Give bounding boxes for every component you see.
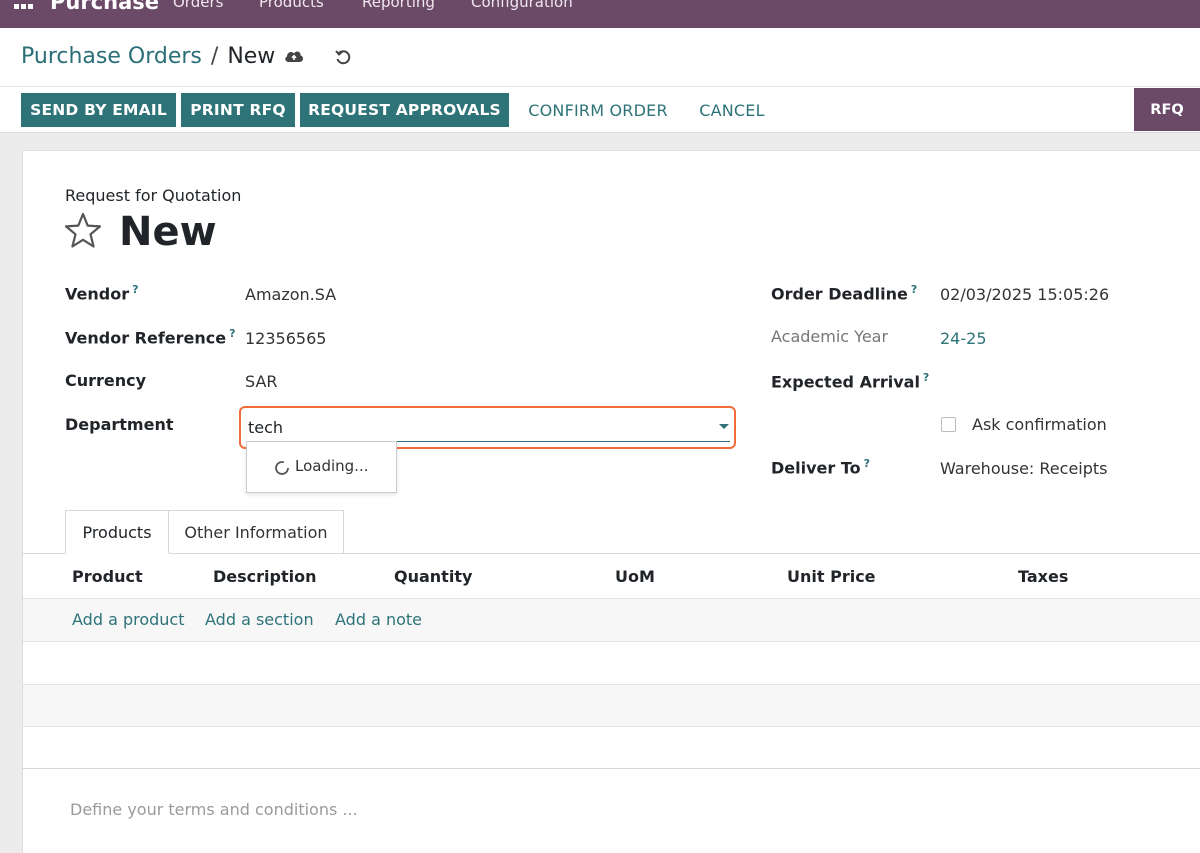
table-row-divider: [23, 684, 1200, 685]
breadcrumb: Purchase Orders / New: [21, 44, 275, 69]
record-title: New: [119, 209, 217, 255]
column-header-unit-price[interactable]: Unit Price: [787, 567, 876, 586]
vendor-field[interactable]: Amazon.SA: [245, 285, 336, 304]
terms-conditions-field[interactable]: Define your terms and conditions ...: [70, 800, 358, 819]
help-tooltip-icon[interactable]: ?: [229, 327, 235, 340]
help-tooltip-icon[interactable]: ?: [923, 371, 929, 384]
chevron-down-icon[interactable]: [719, 424, 729, 429]
department-input[interactable]: [246, 413, 730, 442]
autocomplete-dropdown: Loading...: [246, 441, 397, 493]
top-navbar: Purchase Orders Products Reporting Confi…: [0, 0, 1200, 28]
table-bottom-divider: [23, 768, 1200, 769]
add-product-link[interactable]: Add a product: [72, 610, 185, 629]
loading-text: Loading...: [295, 457, 369, 475]
column-header-quantity[interactable]: Quantity: [394, 567, 472, 586]
order-deadline-label: Order Deadline?: [771, 283, 918, 304]
apps-grid-icon[interactable]: [14, 0, 36, 12]
form-type-label: Request for Quotation: [65, 186, 242, 205]
request-approvals-button[interactable]: REQUEST APPROVALS: [300, 93, 509, 127]
column-header-uom[interactable]: UoM: [615, 567, 655, 586]
tab-products[interactable]: Products: [65, 510, 169, 554]
confirm-order-button[interactable]: CONFIRM ORDER: [518, 93, 678, 127]
vendor-reference-label: Vendor Reference?: [65, 327, 236, 348]
menu-orders[interactable]: Orders: [173, 0, 223, 11]
print-rfq-button[interactable]: PRINT RFQ: [181, 93, 295, 127]
app-brand[interactable]: Purchase: [50, 0, 159, 14]
add-note-link[interactable]: Add a note: [335, 610, 422, 629]
cancel-button[interactable]: CANCEL: [688, 93, 776, 127]
column-header-taxes[interactable]: Taxes: [1018, 567, 1068, 586]
table-row-divider: [23, 726, 1200, 727]
academic-year-field[interactable]: 24-25: [940, 329, 987, 348]
discard-undo-icon[interactable]: [334, 48, 352, 66]
menu-reporting[interactable]: Reporting: [362, 0, 435, 11]
status-rfq-badge[interactable]: RFQ: [1134, 88, 1200, 131]
column-header-product[interactable]: Product: [72, 567, 143, 586]
deliver-to-field[interactable]: Warehouse: Receipts: [940, 459, 1108, 478]
tab-other-information[interactable]: Other Information: [169, 510, 344, 554]
control-divider: [0, 86, 1200, 87]
department-label: Department: [65, 415, 174, 434]
help-tooltip-icon[interactable]: ?: [864, 457, 870, 470]
academic-year-label: Academic Year: [771, 327, 889, 346]
order-deadline-field[interactable]: 02/03/2025 15:05:26: [940, 285, 1109, 304]
breadcrumb-current: New: [227, 44, 276, 69]
table-row: [23, 684, 1200, 726]
table-row: [23, 599, 1200, 641]
help-tooltip-icon[interactable]: ?: [911, 283, 917, 296]
expected-arrival-label: Expected Arrival?: [771, 371, 930, 392]
add-section-link[interactable]: Add a section: [205, 610, 314, 629]
favorite-star-icon[interactable]: [63, 211, 103, 251]
ask-confirmation-checkbox[interactable]: [941, 417, 956, 432]
breadcrumb-parent[interactable]: Purchase Orders: [21, 44, 202, 69]
vendor-reference-field[interactable]: 12356565: [245, 329, 326, 348]
vendor-label: Vendor?: [65, 283, 139, 304]
breadcrumb-separator: /: [210, 44, 219, 69]
control-panel: Purchase Orders / New SEND BY EMAIL PRIN…: [0, 28, 1200, 133]
ask-confirmation-label: Ask confirmation: [972, 415, 1107, 434]
send-by-email-button[interactable]: SEND BY EMAIL: [21, 93, 176, 127]
currency-field[interactable]: SAR: [245, 372, 278, 391]
form-sheet: Request for Quotation New Vendor? Amazon…: [22, 150, 1200, 853]
table-row-divider: [23, 641, 1200, 642]
currency-label: Currency: [65, 371, 147, 390]
column-header-description[interactable]: Description: [213, 567, 316, 586]
deliver-to-label: Deliver To?: [771, 457, 871, 478]
menu-products[interactable]: Products: [259, 0, 324, 11]
loading-spinner-icon: [275, 461, 289, 475]
save-cloud-icon[interactable]: [284, 48, 304, 64]
menu-configuration[interactable]: Configuration: [471, 0, 573, 11]
help-tooltip-icon[interactable]: ?: [132, 283, 138, 296]
